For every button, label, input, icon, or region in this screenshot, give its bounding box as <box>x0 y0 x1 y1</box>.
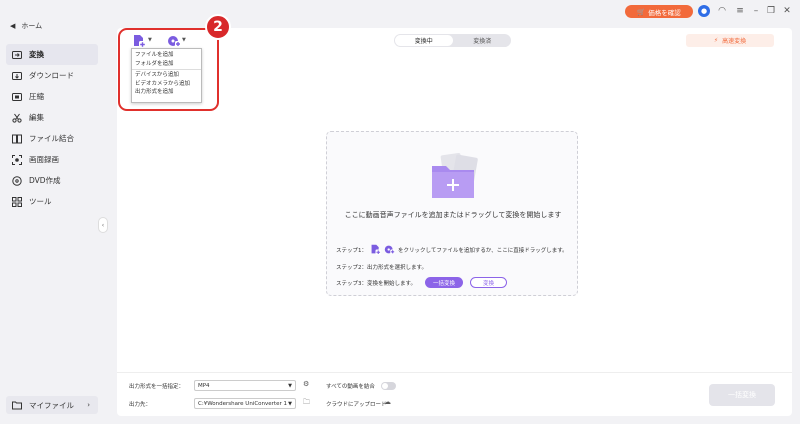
sidebar-item-merge[interactable]: ファイル結合 <box>6 128 98 149</box>
step-3-text: ステップ3：変換を開始します。 <box>336 280 416 287</box>
step-2: ステップ2：出力形式を選択します。 <box>336 263 427 271</box>
annotation-highlight-box <box>118 28 219 111</box>
fast-convert-label: 高速変換 <box>722 38 747 45</box>
sidebar-item-label: 圧縮 <box>29 92 44 101</box>
chevron-left-icon: ‹ <box>101 221 105 229</box>
folder-icon <box>12 401 22 410</box>
sidebar-item-compress[interactable]: 圧縮 <box>6 86 98 107</box>
sidebar-item-label: 画面録画 <box>29 155 59 164</box>
chevron-down-icon: ▼ <box>288 400 292 407</box>
step-1: ステップ1： をクリックしてファイルを追加するか、ここに直接ドラッグします。 <box>336 244 568 255</box>
annotation-step-badge: 2 <box>205 14 231 40</box>
minimize-icon[interactable]: – <box>750 5 762 17</box>
home-link[interactable]: ◀ ホーム <box>10 21 42 31</box>
chevron-down-icon: ▼ <box>288 382 292 389</box>
sidebar-item-label: 変換 <box>29 50 44 59</box>
output-format-select[interactable]: MP4 ▼ <box>194 380 296 391</box>
conversion-tabs: 変換中 変換済 <box>394 34 511 47</box>
chevron-right-icon: › <box>87 401 90 409</box>
scissors-icon <box>12 113 22 123</box>
add-file-icon <box>371 244 381 255</box>
check-price-button[interactable]: 🛒 価格を確認 <box>625 5 693 18</box>
lightning-icon: ⚡ <box>713 37 719 44</box>
sidebar-item-convert[interactable]: 変換 <box>6 44 98 65</box>
output-path-select[interactable]: C:¥Wondershare UniConverter 1 ▼ <box>194 398 296 409</box>
close-icon[interactable]: ✕ <box>781 5 793 17</box>
chevron-left-icon: ◀ <box>10 22 16 30</box>
app-window: ◀ ホーム 変換 ダウンロード 圧縮 編集 ファイル結合 画面録画 DVD作成 … <box>0 0 800 424</box>
sidebar-item-dvd[interactable]: DVD作成 <box>6 170 98 191</box>
download-icon <box>12 71 22 80</box>
output-format-value: MP4 <box>198 382 210 389</box>
output-format-label: 出力形式を一括指定： <box>129 384 185 390</box>
step-1-label: ステップ1： <box>336 247 367 254</box>
file-drop-zone[interactable]: ここに動画音声ファイルを追加またはドラッグして変換を開始します ステップ1： を… <box>326 131 578 296</box>
folder-icon[interactable]: 🗀 <box>303 398 310 409</box>
sidebar-item-screen-record[interactable]: 画面録画 <box>6 149 98 170</box>
step-3: ステップ3：変換を開始します。 一括変換 変換 <box>336 277 507 288</box>
add-dvd-icon <box>384 245 395 255</box>
sidebar: ◀ ホーム 変換 ダウンロード 圧縮 編集 ファイル結合 画面録画 DVD作成 … <box>0 0 104 424</box>
merge-icon <box>12 134 22 143</box>
add-folder-illustration <box>432 152 478 198</box>
sidebar-item-download[interactable]: ダウンロード <box>6 65 98 86</box>
my-files-button[interactable]: マイファイル › <box>6 396 98 414</box>
sidebar-nav: 変換 ダウンロード 圧縮 編集 ファイル結合 画面録画 DVD作成 ツール <box>6 44 98 212</box>
merge-all-toggle[interactable] <box>381 382 396 390</box>
output-path-value: C:¥Wondershare UniConverter 1 <box>198 400 287 407</box>
compress-icon <box>12 92 22 101</box>
cloud-upload-label: クラウドにアップロード <box>326 402 387 408</box>
menu-icon[interactable]: ≡ <box>734 5 746 17</box>
home-label: ホーム <box>21 22 43 30</box>
sidebar-item-label: ファイル結合 <box>29 134 74 143</box>
sidebar-collapse-handle[interactable]: ‹ <box>98 217 108 233</box>
sidebar-item-edit[interactable]: 編集 <box>6 107 98 128</box>
merge-all-label: すべての動画を結合 <box>326 384 375 390</box>
avatar[interactable]: ● <box>698 5 710 17</box>
output-path-label: 出力先： <box>129 402 152 408</box>
sidebar-item-tools[interactable]: ツール <box>6 191 98 212</box>
sidebar-item-label: DVD作成 <box>29 176 61 185</box>
convert-demo-button: 変換 <box>469 277 507 288</box>
screen-record-icon <box>12 154 22 165</box>
step-1-text: をクリックしてファイルを追加するか、ここに直接ドラッグします。 <box>398 247 568 254</box>
convert-icon <box>12 50 22 59</box>
sidebar-item-label: ツール <box>29 197 52 206</box>
fast-convert-button[interactable]: ⚡ 高速変換 <box>686 34 774 47</box>
cloud-icon[interactable]: ☁ <box>384 398 391 406</box>
tab-converted[interactable]: 変換済 <box>454 34 512 47</box>
batch-convert-demo-button: 一括変換 <box>424 277 463 288</box>
tab-converting[interactable]: 変換中 <box>395 35 453 46</box>
headset-icon[interactable]: ◠ <box>716 5 728 17</box>
check-price-label: 価格を確認 <box>648 8 681 17</box>
convert-all-button[interactable]: 一括変換 <box>709 384 775 406</box>
tools-icon <box>12 196 22 207</box>
step-2-text: ステップ2：出力形式を選択します。 <box>336 265 427 271</box>
dvd-icon <box>12 175 22 186</box>
bottom-bar <box>117 372 792 416</box>
my-files-label: マイファイル <box>29 400 74 410</box>
maximize-icon[interactable]: ❐ <box>765 5 777 17</box>
settings-icon[interactable]: ⚙ <box>303 380 309 388</box>
sidebar-item-label: 編集 <box>29 113 44 122</box>
cart-icon: 🛒 <box>637 7 646 16</box>
drop-zone-title: ここに動画音声ファイルを追加またはドラッグして変換を開始します <box>344 211 562 219</box>
sidebar-item-label: ダウンロード <box>29 71 74 80</box>
